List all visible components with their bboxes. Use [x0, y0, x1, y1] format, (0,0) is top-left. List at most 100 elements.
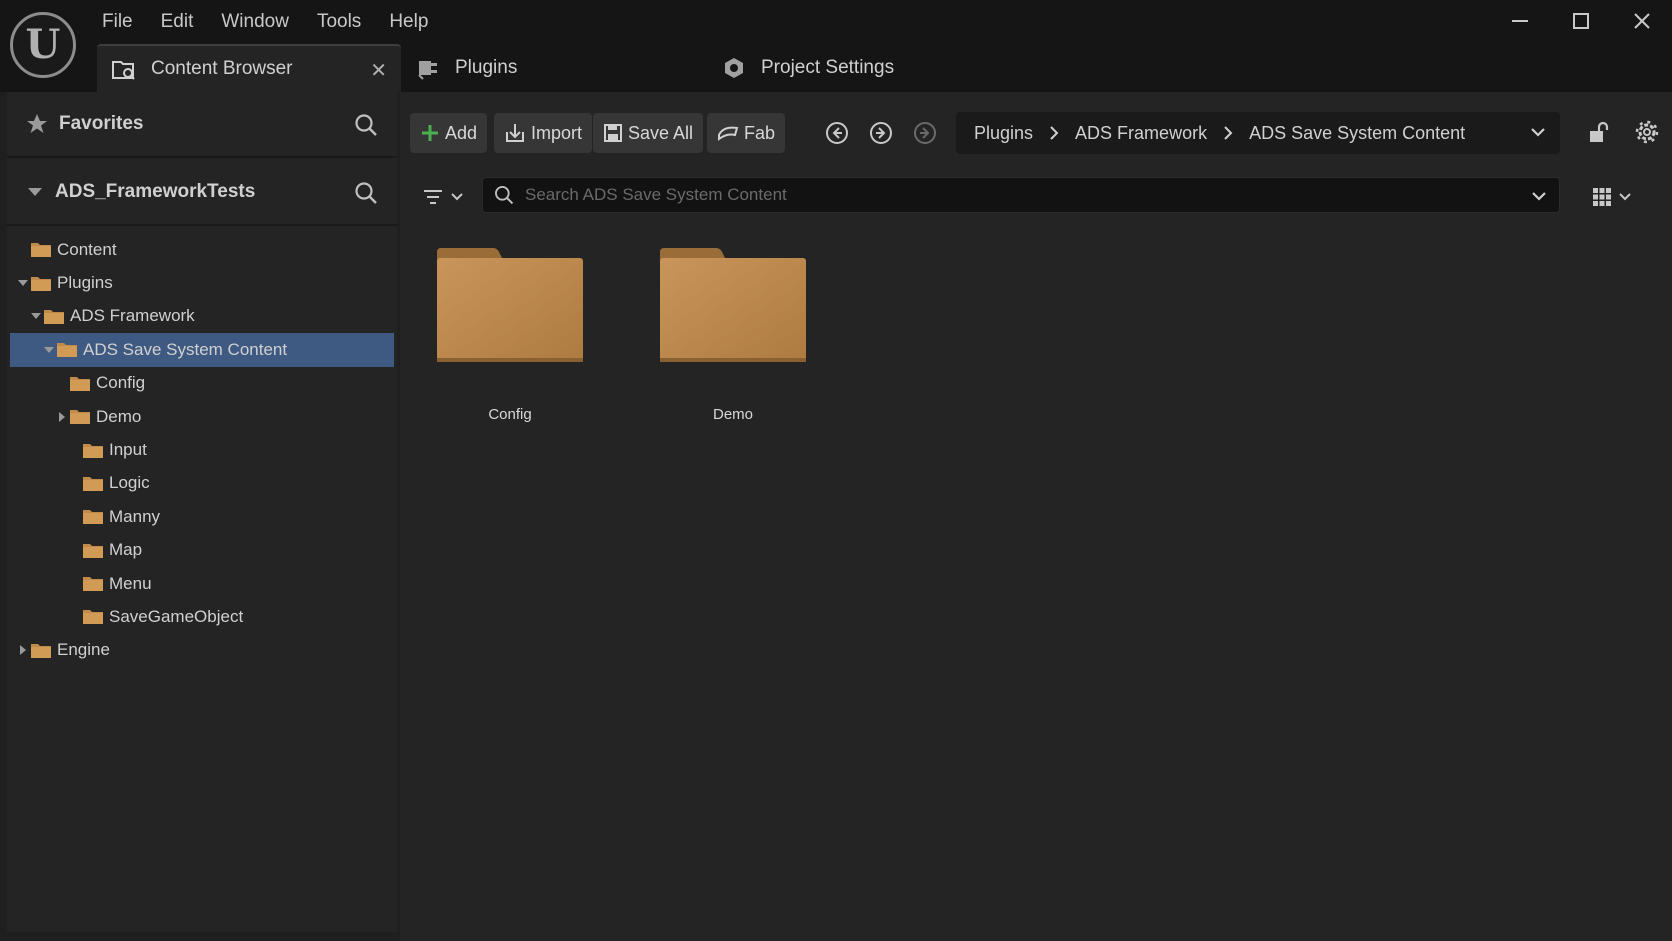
- folder-icon: [437, 248, 583, 362]
- back-arrow-icon[interactable]: [824, 120, 850, 146]
- folder-icon: [660, 248, 806, 362]
- fab-label: Fab: [744, 122, 776, 143]
- content-browser-icon: [111, 56, 137, 82]
- filter-button[interactable]: [422, 183, 468, 211]
- folder-icon: [83, 610, 103, 625]
- expand-arrow-right-icon[interactable]: [55, 410, 69, 424]
- tree-item-label: Demo: [96, 406, 142, 426]
- tree-item[interactable]: Manny: [7, 500, 397, 533]
- breadcrumb: Plugins ADS Framework ADS Save System Co…: [956, 112, 1560, 154]
- search-input[interactable]: [525, 185, 1485, 205]
- history-arrow-icon[interactable]: [912, 120, 938, 146]
- tab-label: Project Settings: [761, 57, 895, 78]
- expand-arrow-down-icon[interactable]: [29, 309, 43, 323]
- chevron-down-icon: [451, 193, 463, 201]
- breadcrumb-item-plugins[interactable]: Plugins: [974, 123, 1033, 144]
- tab-project-settings[interactable]: Project Settings: [707, 44, 967, 92]
- folder-tile-config[interactable]: Config: [430, 246, 590, 423]
- expand-arrow-down-icon[interactable]: [16, 276, 30, 290]
- tree-item[interactable]: Plugins: [7, 266, 397, 299]
- menu-window[interactable]: Window: [207, 8, 303, 36]
- tree-item[interactable]: Input: [7, 433, 397, 466]
- tree-item[interactable]: Logic: [7, 467, 397, 500]
- import-button[interactable]: Import: [494, 113, 593, 153]
- folder-icon: [83, 543, 103, 558]
- search-icon[interactable]: [353, 180, 379, 206]
- tree-item-label: Engine: [57, 640, 110, 660]
- close-tab-icon[interactable]: ✕: [370, 58, 387, 83]
- unlock-icon[interactable]: [1586, 120, 1610, 144]
- breadcrumb-item-ads-framework[interactable]: ADS Framework: [1075, 123, 1207, 144]
- star-icon: [27, 114, 47, 133]
- tree-item[interactable]: Menu: [7, 567, 397, 600]
- chevron-right-icon[interactable]: [1049, 126, 1059, 140]
- search-icon: [495, 186, 514, 205]
- asset-view-panel: Add Import Save All Fab Plugins ADS Fram…: [400, 92, 1672, 941]
- plugin-icon: [415, 55, 441, 81]
- folder-label: Demo: [712, 406, 753, 423]
- tree-item[interactable]: Engine: [7, 634, 397, 667]
- tab-plugins[interactable]: Plugins: [401, 44, 707, 92]
- chevron-down-icon: [1619, 193, 1631, 201]
- tree-item-label: SaveGameObject: [109, 606, 244, 626]
- folder-icon: [83, 577, 103, 592]
- tree-item-label: Logic: [109, 473, 150, 493]
- breadcrumb-item-ads-save-system-content[interactable]: ADS Save System Content: [1249, 123, 1465, 144]
- import-label: Import: [531, 122, 583, 143]
- gear-icon[interactable]: [1634, 119, 1660, 145]
- tree-item[interactable]: Demo: [7, 400, 397, 433]
- content-browser-panel: Favorites ADS_FrameworkTests Content Plug…: [0, 92, 1672, 941]
- chevron-right-icon[interactable]: [1223, 126, 1233, 140]
- fab-button[interactable]: Fab: [707, 113, 786, 153]
- forward-arrow-icon[interactable]: [868, 120, 894, 146]
- folder-icon: [57, 343, 77, 358]
- tab-content-browser[interactable]: Content Browser ✕: [97, 44, 401, 92]
- menu-edit[interactable]: Edit: [147, 8, 208, 36]
- favorites-header[interactable]: Favorites: [7, 92, 397, 158]
- save-all-button[interactable]: Save All: [593, 113, 704, 153]
- save-all-label: Save All: [628, 122, 694, 143]
- folder-tile-demo[interactable]: Demo: [653, 246, 813, 423]
- save-icon: [604, 124, 622, 142]
- expand-arrow-down-icon[interactable]: [42, 343, 56, 357]
- menu-tools[interactable]: Tools: [303, 8, 375, 36]
- editor-tabs: Content Browser ✕ Plugins Project Settin…: [97, 44, 967, 92]
- tree-item-label: Input: [109, 440, 147, 460]
- favorites-label: Favorites: [59, 113, 144, 134]
- tree-item[interactable]: Config: [7, 367, 397, 400]
- tree-item[interactable]: SaveGameObject: [7, 600, 397, 633]
- tree-item[interactable]: Map: [7, 534, 397, 567]
- menu-help[interactable]: Help: [375, 8, 442, 36]
- project-header[interactable]: ADS_FrameworkTests: [7, 160, 397, 226]
- tree-item-label: Map: [109, 540, 143, 560]
- maximize-button[interactable]: [1550, 0, 1611, 42]
- tree-item[interactable]: Content: [7, 233, 397, 266]
- folder-icon: [44, 309, 64, 324]
- tree-item-label: ADS Save System Content: [83, 339, 288, 359]
- filter-bar: [400, 177, 1672, 217]
- close-window-button[interactable]: [1611, 0, 1672, 42]
- fab-icon: [718, 126, 739, 141]
- add-button[interactable]: Add: [410, 113, 488, 153]
- menu-file[interactable]: File: [88, 8, 147, 36]
- minimize-button[interactable]: [1489, 0, 1550, 42]
- expand-arrow-right-icon[interactable]: [16, 643, 30, 657]
- folder-icon: [83, 476, 103, 491]
- unreal-logo-icon[interactable]: U: [10, 12, 76, 78]
- search-icon[interactable]: [353, 112, 379, 138]
- tree-item-label: Plugins: [57, 273, 113, 293]
- chevron-down-icon[interactable]: [1531, 187, 1547, 205]
- view-options-button[interactable]: [1592, 183, 1638, 211]
- grid-icon: [1593, 188, 1611, 206]
- toolbar: Add Import Save All Fab Plugins ADS Fram…: [400, 92, 1672, 158]
- sources-panel: Favorites ADS_FrameworkTests Content Plug…: [7, 92, 397, 932]
- tree-item[interactable]: ADS Save System Content: [10, 333, 394, 367]
- add-label: Add: [445, 122, 478, 143]
- folder-tree: Content Plugins ADS Framework ADS Save Syst…: [7, 233, 397, 667]
- chevron-down-icon[interactable]: [1530, 122, 1546, 142]
- tree-item[interactable]: ADS Framework: [7, 300, 397, 333]
- maximize-icon: [1572, 13, 1589, 29]
